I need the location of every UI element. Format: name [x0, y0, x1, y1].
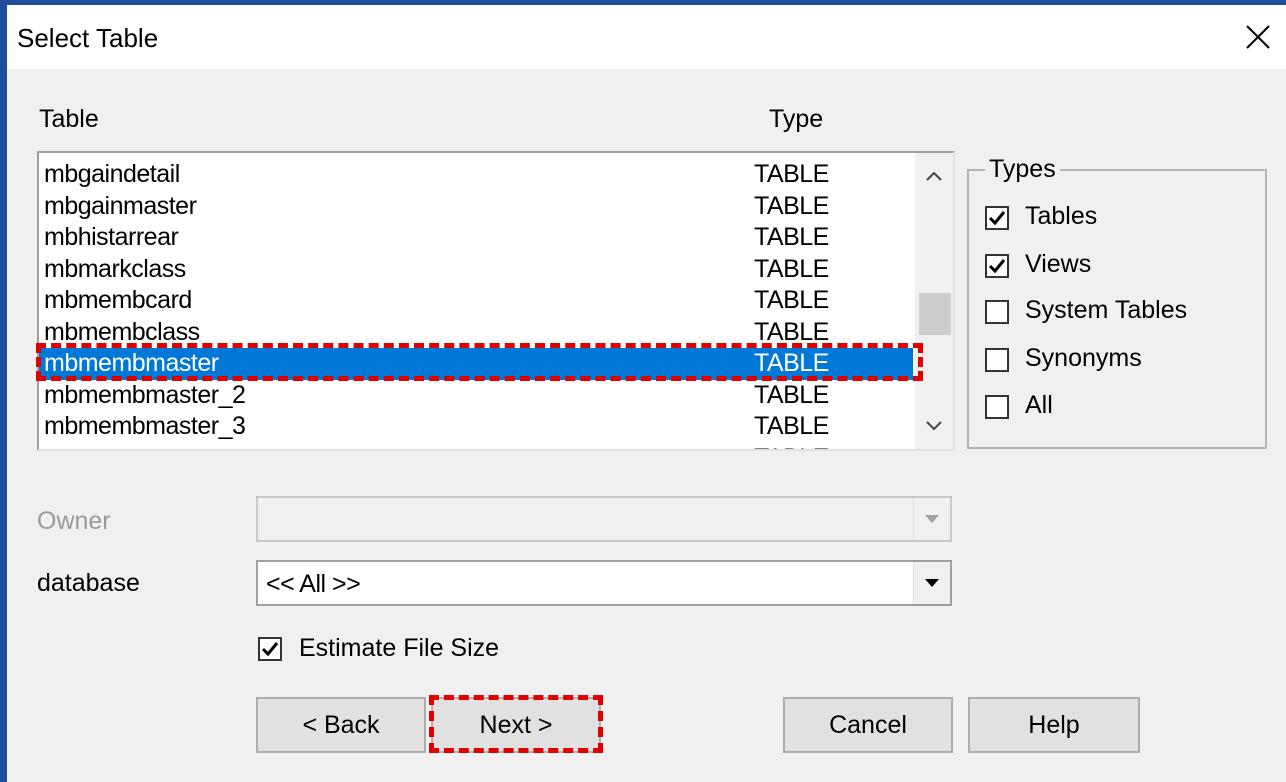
table-row[interactable]: mbmembcard TABLE [39, 285, 913, 317]
scroll-thumb[interactable] [919, 293, 951, 335]
check-icon [988, 259, 1006, 274]
back-button[interactable]: < Back [256, 697, 426, 753]
owner-combo [256, 496, 952, 542]
types-option-label: All [1025, 391, 1053, 419]
scroll-up-button[interactable] [915, 157, 953, 195]
table-row-type: TABLE [754, 443, 829, 450]
table-row-type: TABLE [754, 349, 829, 377]
table-row-name: mbmembcard [44, 286, 192, 314]
table-row[interactable]: mbmembmaster_2 TABLE [39, 380, 913, 412]
table-row[interactable]: mbhistarrear TABLE [39, 222, 913, 254]
owner-label: Owner [37, 507, 111, 535]
cancel-button[interactable]: Cancel [783, 697, 953, 753]
column-header-table: Table [39, 105, 99, 133]
database-dropdown-button[interactable] [913, 562, 950, 604]
table-rows: mbgaindetail TABLE mbgainmaster TABLE mbhist… [39, 159, 913, 450]
types-option-checkbox[interactable] [985, 206, 1009, 230]
scroll-down-button[interactable] [915, 407, 953, 445]
select-table-dialog: Select Table Table Type mbgaindetail TABL… [7, 5, 1286, 782]
table-row-type: TABLE [754, 223, 829, 251]
table-row-type: TABLE [754, 380, 829, 409]
table-row-name: mbhistarrear [44, 223, 179, 251]
estimate-file-size-checkbox[interactable] [258, 637, 282, 661]
column-header-type: Type [769, 105, 824, 133]
table-row-name: mbmembmaster [44, 349, 219, 377]
database-value: << All >> [266, 570, 361, 598]
table-row[interactable]: mbmembclass TABLE [39, 317, 913, 349]
table-row[interactable]: mbmarkclass TABLE [39, 254, 913, 286]
help-button[interactable]: Help [968, 697, 1140, 753]
table-row[interactable]: mbgaindetail TABLE [39, 159, 913, 191]
table-row-name: mbmembmaster_2 [44, 380, 246, 409]
table-row-type: TABLE [754, 317, 829, 346]
chevron-down-icon [926, 421, 942, 431]
table-row-name: mbgaindetail [44, 160, 180, 188]
caret-down-icon [925, 515, 939, 523]
table-row[interactable]: mbmembmaster_3 TABLE [39, 411, 913, 443]
table-row-type: TABLE [754, 191, 829, 220]
table-row-name: mbmembmaster_3 [44, 412, 246, 440]
check-icon [261, 642, 279, 657]
table-row-type: TABLE [754, 412, 829, 440]
types-legend: Types [985, 155, 1060, 184]
types-option-label: Tables [1025, 202, 1098, 230]
table-row-type: TABLE [754, 286, 829, 314]
database-combo[interactable]: << All >> [256, 560, 952, 606]
caret-down-icon [925, 579, 939, 587]
database-label: database [37, 569, 140, 597]
types-option-checkbox[interactable] [985, 254, 1009, 278]
estimate-file-size-label: Estimate File Size [299, 634, 500, 662]
table-row-name: mbmarkclass [44, 254, 186, 283]
types-option-checkbox[interactable] [985, 300, 1009, 324]
next-button[interactable]: Next > [431, 697, 601, 753]
chevron-up-icon [926, 171, 942, 181]
table-row-name: mbgainmaster [44, 191, 197, 220]
types-option-checkbox[interactable] [985, 395, 1009, 419]
table-row[interactable]: mbmembmaster TABLE [39, 348, 913, 380]
types-option-label: Synonyms [1025, 344, 1142, 372]
table-row-type: TABLE [754, 254, 829, 283]
close-icon [1246, 25, 1270, 49]
types-option-checkbox[interactable] [985, 348, 1009, 372]
table-row[interactable]: TABLE [39, 443, 913, 450]
table-row[interactable]: mbgainmaster TABLE [39, 191, 913, 223]
close-button[interactable] [1236, 13, 1280, 61]
table-listbox[interactable]: mbgaindetail TABLE mbgainmaster TABLE mbhist… [37, 151, 955, 451]
table-row-type: TABLE [754, 160, 829, 188]
vertical-scrollbar[interactable] [915, 153, 953, 449]
table-row-name: mbmembclass [44, 317, 200, 346]
types-option-label: Views [1025, 250, 1092, 278]
title-bar: Select Table [7, 5, 1286, 69]
types-option-label: System Tables [1025, 296, 1188, 324]
dialog-title: Select Table [17, 23, 159, 53]
owner-dropdown-button [913, 498, 950, 540]
check-icon [988, 211, 1006, 226]
